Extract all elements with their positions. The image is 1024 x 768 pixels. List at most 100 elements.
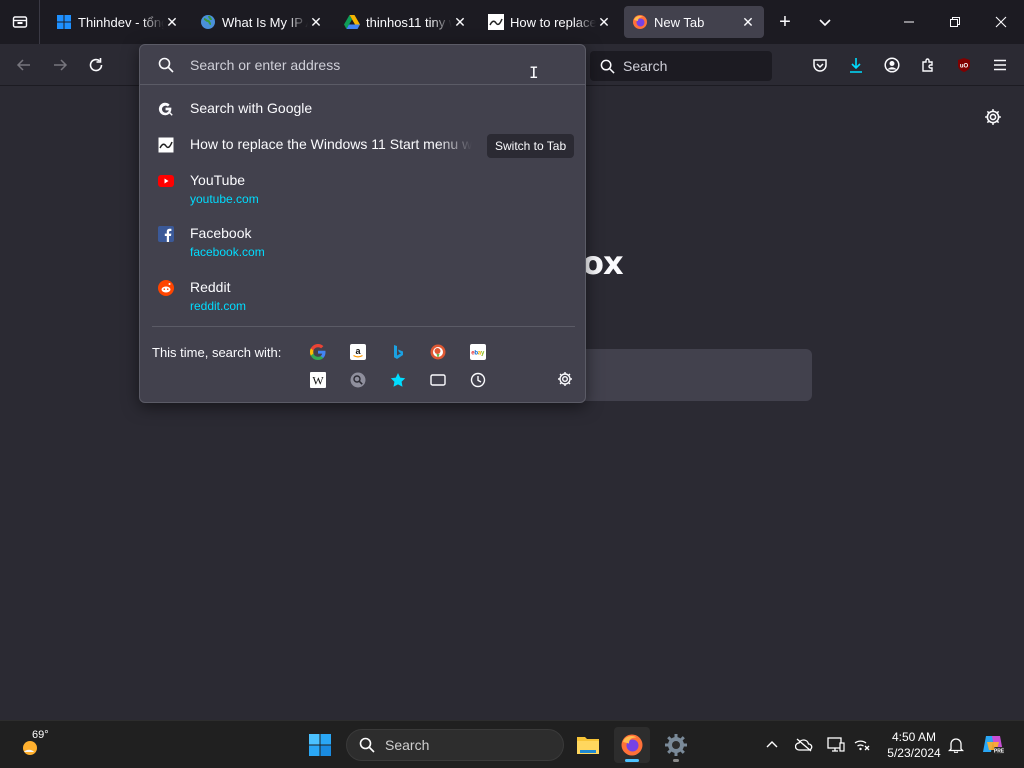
site-favicon-icon <box>158 137 174 153</box>
copilot-icon: PRE <box>983 736 1005 755</box>
taskbar-clock[interactable]: 4:50 AM 5/23/2024 <box>884 729 944 761</box>
bell-icon <box>948 738 964 753</box>
ebay-icon[interactable]: ebay <box>467 341 489 363</box>
list-all-tabs-button[interactable] <box>812 10 838 34</box>
search-icon <box>359 737 375 753</box>
google-icon[interactable] <box>307 341 329 363</box>
google-search-icon <box>158 101 174 117</box>
ublock-origin-icon: uO <box>958 58 970 72</box>
settings-gear-icon <box>665 734 687 756</box>
close-tab-icon[interactable]: ✕ <box>740 14 756 30</box>
taskbar-search[interactable]: Search <box>346 729 564 761</box>
svg-text:uO: uO <box>960 64 969 70</box>
device-tray-icon[interactable] <box>826 735 846 755</box>
minimize-button[interactable] <box>886 0 932 44</box>
tab-how-to-replace[interactable]: How to replace the Windows 11 Start menu… <box>480 6 620 38</box>
windows-logo-icon <box>309 734 331 756</box>
weather-widget[interactable]: 69° <box>18 729 58 761</box>
taskbar-search-placeholder: Search <box>385 737 430 753</box>
search-engine-icon[interactable] <box>347 369 369 391</box>
svg-text:W: W <box>312 374 324 388</box>
result-title: Search with Google <box>190 100 313 116</box>
new-tab-search-box[interactable] <box>560 349 812 401</box>
folder-icon <box>577 737 599 754</box>
extensions-button[interactable] <box>914 52 942 78</box>
start-button[interactable] <box>302 727 338 763</box>
history-icon[interactable] <box>467 369 489 391</box>
tab-new-tab[interactable]: New Tab ✕ <box>624 6 764 38</box>
arrow-right-icon <box>54 59 68 71</box>
result-url: youtube.com <box>190 192 259 206</box>
one-off-search-label: This time, search with: <box>152 345 282 360</box>
urlbar[interactable] <box>140 45 585 85</box>
tab-thinhos11[interactable]: thinhos11 tiny windows ✕ <box>336 6 476 38</box>
result-reddit[interactable]: Reddit reddit.com <box>148 279 579 313</box>
result-facebook[interactable]: Facebook facebook.com <box>148 225 579 259</box>
divider <box>152 326 575 327</box>
download-icon <box>850 58 862 73</box>
result-title: How to replace the Windows 11 Start menu… <box>190 136 472 152</box>
close-window-button[interactable] <box>978 0 1024 44</box>
firefox-view-icon <box>12 16 27 28</box>
taskbar-file-explorer[interactable] <box>570 727 606 763</box>
app-menu-button[interactable] <box>986 52 1014 78</box>
account-icon <box>884 57 900 73</box>
restore-icon <box>950 17 960 27</box>
tab-what-is-my-ip[interactable]: What Is My IP Address ✕ <box>192 6 332 38</box>
close-tab-icon[interactable]: ✕ <box>596 14 612 30</box>
duckduckgo-icon[interactable] <box>427 341 449 363</box>
result-url: facebook.com <box>190 245 265 259</box>
tab-strip: Thinhdev - tổng hợp ✕ What Is My IP Addr… <box>0 0 1024 44</box>
copilot-button[interactable]: PRE <box>980 731 1006 757</box>
ublock-origin-button[interactable]: uO <box>950 52 978 78</box>
windows-taskbar: 69° Search 4:50 AM 5/23/2024 PRE <box>0 720 1024 768</box>
reload-button[interactable] <box>82 52 110 78</box>
result-youtube[interactable]: YouTube youtube.com <box>148 172 579 206</box>
account-button[interactable] <box>878 52 906 78</box>
network-tray-icon[interactable] <box>852 735 872 755</box>
close-tab-icon[interactable]: ✕ <box>452 14 468 30</box>
tab-title: What Is My IP Address <box>222 14 308 30</box>
close-tab-icon[interactable]: ✕ <box>164 14 180 30</box>
search-icon <box>158 57 174 73</box>
urlbar-input[interactable] <box>190 56 510 73</box>
clock-time: 4:50 AM <box>891 730 937 744</box>
site-favicon-icon <box>488 14 504 30</box>
bookmarks-star-icon[interactable] <box>387 369 409 391</box>
arrow-left-icon <box>16 59 30 71</box>
forward-button[interactable] <box>46 52 74 78</box>
search-settings-button[interactable] <box>554 368 576 390</box>
toolbar-search-field[interactable]: Search <box>590 51 772 81</box>
taskbar-settings[interactable] <box>658 727 694 763</box>
restore-button[interactable] <box>932 0 978 44</box>
tab-title: thinhos11 tiny windows <box>366 14 452 30</box>
back-button[interactable] <box>10 52 38 78</box>
gear-icon <box>558 372 572 386</box>
network-disconnected-icon <box>854 740 870 751</box>
youtube-icon <box>158 173 174 189</box>
result-search-google[interactable]: Search with Google <box>148 100 579 117</box>
taskbar-firefox[interactable] <box>614 727 650 763</box>
wikipedia-icon[interactable]: W <box>307 369 329 391</box>
amazon-icon[interactable]: a <box>347 341 369 363</box>
pocket-button[interactable] <box>806 52 834 78</box>
reddit-icon <box>158 280 174 296</box>
tab-thinhdev[interactable]: Thinhdev - tổng hợp ✕ <box>48 6 188 38</box>
onedrive-tray-icon[interactable] <box>794 735 814 755</box>
notifications-button[interactable] <box>946 735 966 755</box>
personalize-new-tab-button[interactable] <box>982 106 1004 128</box>
text-cursor-icon: I <box>529 63 539 82</box>
downloads-button[interactable] <box>842 52 870 78</box>
bing-icon[interactable] <box>387 341 409 363</box>
tabs-icon[interactable] <box>427 369 449 391</box>
new-tab-button[interactable]: + <box>772 10 798 34</box>
firefox-icon <box>621 734 643 756</box>
chevron-down-icon <box>819 19 831 27</box>
firefox-wordmark: ox <box>582 244 624 282</box>
weather-temperature: 69° <box>32 729 49 741</box>
close-tab-icon[interactable]: ✕ <box>308 14 324 30</box>
firefox-view-button[interactable] <box>0 0 40 44</box>
show-hidden-icons-button[interactable] <box>762 735 782 755</box>
switch-to-tab-badge[interactable]: Switch to Tab <box>487 134 575 158</box>
urlbar-dropdown: I Search with Google How to replace the … <box>139 44 586 403</box>
